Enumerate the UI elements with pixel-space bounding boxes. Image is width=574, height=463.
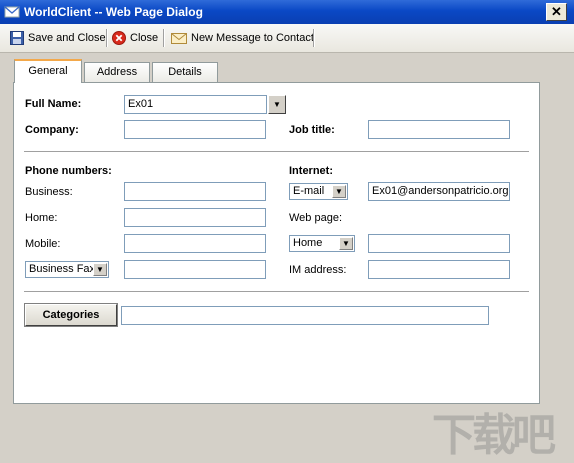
toolbar-separator: [163, 29, 165, 47]
chevron-down-icon: ▼: [332, 185, 346, 198]
toolbar-separator: [313, 29, 315, 47]
full-name-input[interactable]: Ex01: [124, 95, 267, 114]
save-and-close-button[interactable]: Save and Close: [10, 28, 106, 48]
business-label: Business:: [25, 186, 73, 198]
new-message-label: New Message to Contact: [191, 32, 314, 44]
email-type-selected-value: E-mail: [293, 185, 325, 197]
new-message-to-contact-button[interactable]: New Message to Contact: [171, 28, 314, 48]
red-close-icon: [112, 31, 126, 45]
im-address-label: IM address:: [289, 264, 347, 276]
job-title-input[interactable]: [368, 120, 510, 139]
close-label: Close: [130, 32, 159, 44]
title-bar: WorldClient -- Web Page Dialog ✕: [0, 0, 574, 24]
worldclient-app-icon: [4, 6, 20, 18]
full-name-dropdown-button[interactable]: ▼: [268, 95, 286, 114]
web-page-type-select[interactable]: Home ▼: [289, 235, 355, 252]
save-and-close-label: Save and Close: [28, 32, 106, 44]
categories-button[interactable]: Categories: [24, 303, 118, 327]
im-address-input[interactable]: [368, 260, 510, 279]
chevron-down-icon: ▼: [339, 237, 353, 250]
chevron-down-icon: ▼: [93, 263, 107, 276]
toolbar-separator: [106, 29, 108, 47]
tab-general[interactable]: General: [14, 59, 82, 83]
envelope-icon: [171, 33, 187, 44]
window-title: WorldClient -- Web Page Dialog: [24, 5, 203, 19]
tab-address[interactable]: Address: [84, 62, 150, 82]
phone-type-select[interactable]: Business Fax ▼: [25, 261, 109, 278]
web-page-type-selected-value: Home: [293, 237, 323, 249]
window-close-button[interactable]: ✕: [546, 3, 567, 21]
job-title-label: Job title:: [289, 124, 335, 136]
close-button[interactable]: Close: [112, 28, 158, 48]
home-phone-input[interactable]: [124, 208, 266, 227]
section-divider: [24, 291, 529, 293]
phone-type-selected-value: Business Fax: [29, 263, 96, 275]
business-phone-input[interactable]: [124, 182, 266, 201]
tab-details[interactable]: Details: [152, 62, 218, 82]
company-input[interactable]: [124, 120, 266, 139]
watermark-logo: 下载吧: [432, 411, 556, 460]
mobile-phone-input[interactable]: [124, 234, 266, 253]
section-divider: [24, 151, 529, 153]
full-name-label: Full Name:: [25, 98, 82, 110]
phone-numbers-header: Phone numbers:: [25, 165, 112, 177]
mobile-label: Mobile:: [25, 238, 61, 250]
toolbar: Save and Close Close New Message to Cont…: [0, 24, 574, 53]
floppy-disk-icon: [10, 31, 24, 45]
categories-input[interactable]: [121, 306, 489, 325]
web-page-label: Web page:: [289, 212, 343, 224]
email-type-select[interactable]: E-mail ▼: [289, 183, 348, 200]
internet-header: Internet:: [289, 165, 333, 177]
home-label: Home:: [25, 212, 58, 224]
email-input[interactable]: Ex01@andersonpatricio.org: [368, 182, 510, 201]
other-phone-input[interactable]: [124, 260, 266, 279]
web-page-input[interactable]: [368, 234, 510, 253]
company-label: Company:: [25, 124, 79, 136]
